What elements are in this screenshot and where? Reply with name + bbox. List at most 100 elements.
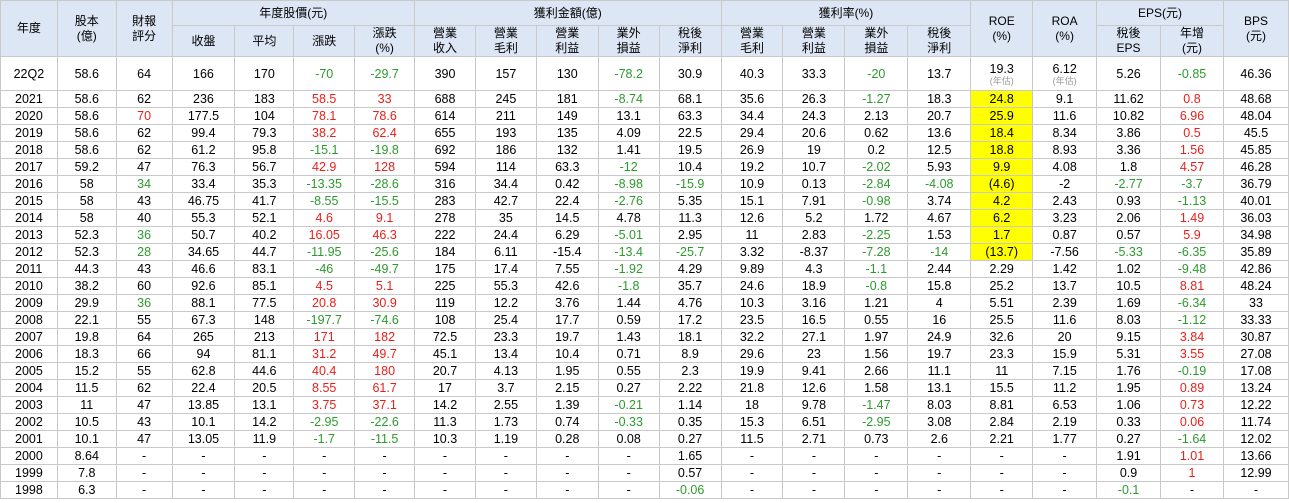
header-mg-op[interactable]: 營業 利益 [782, 25, 846, 57]
cell-rating: 70 [115, 107, 173, 125]
header-price-chg-pct[interactable]: 漲跌 (%) [354, 25, 416, 57]
cell-avg: 44.6 [234, 362, 295, 380]
cell-bps: 17.08 [1222, 362, 1289, 380]
header-mg-net[interactable]: 稅後 淨利 [907, 25, 972, 57]
cell-rev: 72.5 [414, 328, 476, 346]
header-rating[interactable]: 財報 評分 [115, 0, 173, 57]
cell-roe: 25.2 [970, 277, 1034, 295]
cell-roe: 24.8 [970, 90, 1034, 108]
header-price-close[interactable]: 收盤 [171, 25, 236, 57]
cell-eps: -0.1 [1096, 481, 1162, 499]
cell-net: 2.3 [658, 362, 722, 380]
cell-rev: 17 [414, 379, 476, 397]
cell-mg-nonop: -2.95 [844, 413, 909, 431]
cell-capital: 59.2 [56, 158, 117, 176]
cell-close: 46.75 [171, 192, 236, 210]
header-eps[interactable]: 稅後 EPS [1096, 25, 1162, 57]
cell-roe: 25.9 [970, 107, 1034, 125]
cell-close: 177.5 [171, 107, 236, 125]
cell-close: 10.1 [171, 413, 236, 431]
cell-roa: 6.53 [1032, 396, 1098, 414]
cell-nonop: 0.59 [597, 311, 660, 329]
cell-mg-net: 4.67 [907, 209, 972, 227]
cell-chg-pct: -28.6 [354, 175, 416, 193]
cell-mg-net: 1.53 [907, 226, 972, 244]
cell-mg-op: 5.2 [782, 209, 846, 227]
cell-gross: - [474, 447, 537, 465]
cell-eps: 1.69 [1096, 294, 1162, 312]
roe-note: (年估) [989, 75, 1014, 86]
cell-chg-pct: 128 [354, 158, 416, 176]
header-mg-nonop[interactable]: 業外 損益 [844, 25, 909, 57]
cell-nonop: 4.09 [597, 124, 660, 142]
cell-net: 1.14 [658, 396, 722, 414]
cell-roa: 11.2 [1032, 379, 1098, 397]
cell-rating: 55 [115, 311, 173, 329]
cell-roe: 11 [970, 362, 1034, 380]
header-mg-gross[interactable]: 營業 毛利 [720, 25, 784, 57]
cell-eps-yoy: -0.85 [1160, 56, 1224, 91]
header-price-avg[interactable]: 平均 [234, 25, 295, 57]
cell-mg-gross: 18 [720, 396, 784, 414]
header-amt-gross[interactable]: 營業 毛利 [474, 25, 537, 57]
cell-mg-op: 27.1 [782, 328, 846, 346]
table-row: 22Q2 58.6 64 166 170 -70 -29.7 390 157 130 -78.2 30… [0, 56, 1289, 91]
cell-year: 22Q2 [0, 56, 58, 91]
cell-net: 22.5 [658, 124, 722, 142]
cell-close: 61.2 [171, 141, 236, 159]
cell-year: 2013 [0, 226, 58, 244]
cell-rating: 60 [115, 277, 173, 295]
header-bps[interactable]: BPS (元) [1222, 0, 1289, 57]
cell-rev: 283 [414, 192, 476, 210]
cell-gross: 13.4 [474, 345, 537, 363]
header-eps-yoy[interactable]: 年增 (元) [1160, 25, 1224, 57]
cell-bps: 42.86 [1222, 260, 1289, 278]
header-roa[interactable]: ROA (%) [1032, 0, 1098, 57]
cell-close: 13.85 [171, 396, 236, 414]
cell-net: 0.27 [658, 430, 722, 448]
cell-op: 22.4 [535, 192, 599, 210]
cell-mg-op: 6.51 [782, 413, 846, 431]
cell-roa: 9.1 [1032, 90, 1098, 108]
cell-rev: 316 [414, 175, 476, 193]
cell-eps-yoy: 3.84 [1160, 328, 1224, 346]
cell-close: 46.6 [171, 260, 236, 278]
cell-rating: 43 [115, 192, 173, 210]
cell-chg: 58.5 [293, 90, 356, 108]
header-price-chg[interactable]: 漲跌 [293, 25, 356, 57]
cell-nonop: -2.76 [597, 192, 660, 210]
cell-mg-gross: 19.9 [720, 362, 784, 380]
cell-eps: 1.91 [1096, 447, 1162, 465]
cell-gross: 12.2 [474, 294, 537, 312]
header-amt-net[interactable]: 稅後 淨利 [658, 25, 722, 57]
header-amt-nonop[interactable]: 業外 損益 [597, 25, 660, 57]
cell-rating: 36 [115, 294, 173, 312]
cell-eps: 1.02 [1096, 260, 1162, 278]
cell-chg-pct: 180 [354, 362, 416, 380]
cell-roa: 11.6 [1032, 311, 1098, 329]
header-year[interactable]: 年度 [0, 0, 58, 57]
cell-nonop: - [597, 481, 660, 499]
cell-close: - [171, 481, 236, 499]
cell-net: 0.35 [658, 413, 722, 431]
cell-year: 2017 [0, 158, 58, 176]
cell-mg-nonop: 1.97 [844, 328, 909, 346]
cell-mg-nonop: 2.66 [844, 362, 909, 380]
cell-avg: 85.1 [234, 277, 295, 295]
cell-chg: -15.1 [293, 141, 356, 159]
cell-gross: 34.4 [474, 175, 537, 193]
cell-eps: 0.57 [1096, 226, 1162, 244]
cell-eps: 0.9 [1096, 464, 1162, 482]
cell-chg: -8.55 [293, 192, 356, 210]
cell-mg-gross: 23.5 [720, 311, 784, 329]
cell-avg: 81.1 [234, 345, 295, 363]
cell-roa: -2 [1032, 175, 1098, 193]
header-capital[interactable]: 股本 (億) [56, 0, 117, 57]
cell-rev: 184 [414, 243, 476, 261]
cell-capital: 8.64 [56, 447, 117, 465]
header-amt-op[interactable]: 營業 利益 [535, 25, 599, 57]
cell-roa: - [1032, 447, 1098, 465]
header-amt-rev[interactable]: 營業 收入 [414, 25, 476, 57]
header-roe[interactable]: ROE (%) [970, 0, 1034, 57]
cell-capital: 58 [56, 209, 117, 227]
